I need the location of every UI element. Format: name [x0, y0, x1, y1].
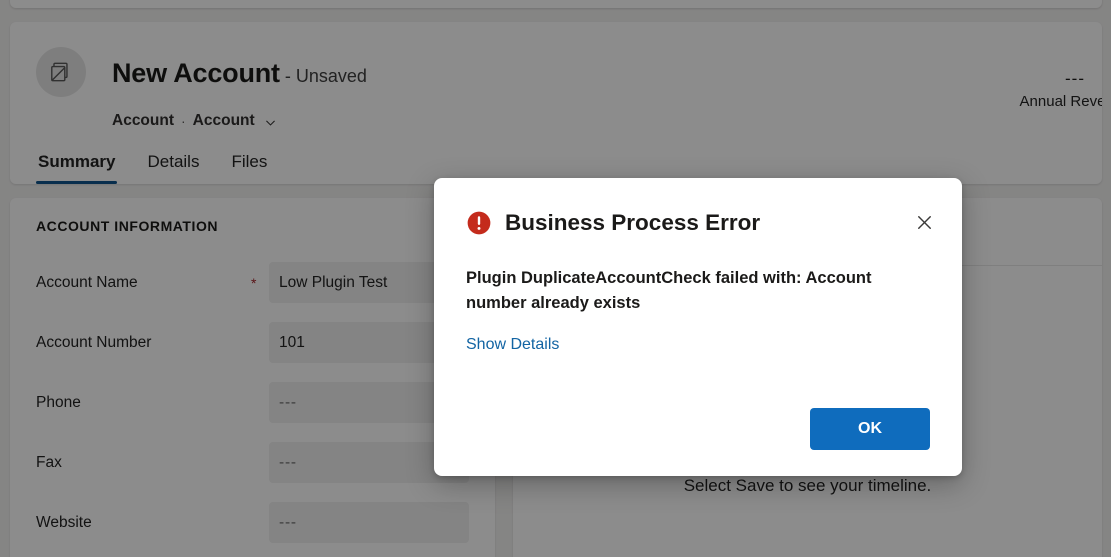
dialog-titlebar: Business Process Error — [466, 206, 931, 240]
dialog-message: Plugin DuplicateAccountCheck failed with… — [466, 269, 872, 312]
close-icon[interactable] — [908, 206, 940, 238]
dialog-actions: OK — [810, 408, 930, 450]
business-process-error-dialog: Business Process Error Plugin DuplicateA… — [434, 178, 962, 476]
show-details-link[interactable]: Show Details — [466, 336, 559, 354]
error-circle-icon — [466, 210, 492, 236]
ok-button[interactable]: OK — [810, 408, 930, 450]
dialog-title: Business Process Error — [505, 209, 761, 235]
